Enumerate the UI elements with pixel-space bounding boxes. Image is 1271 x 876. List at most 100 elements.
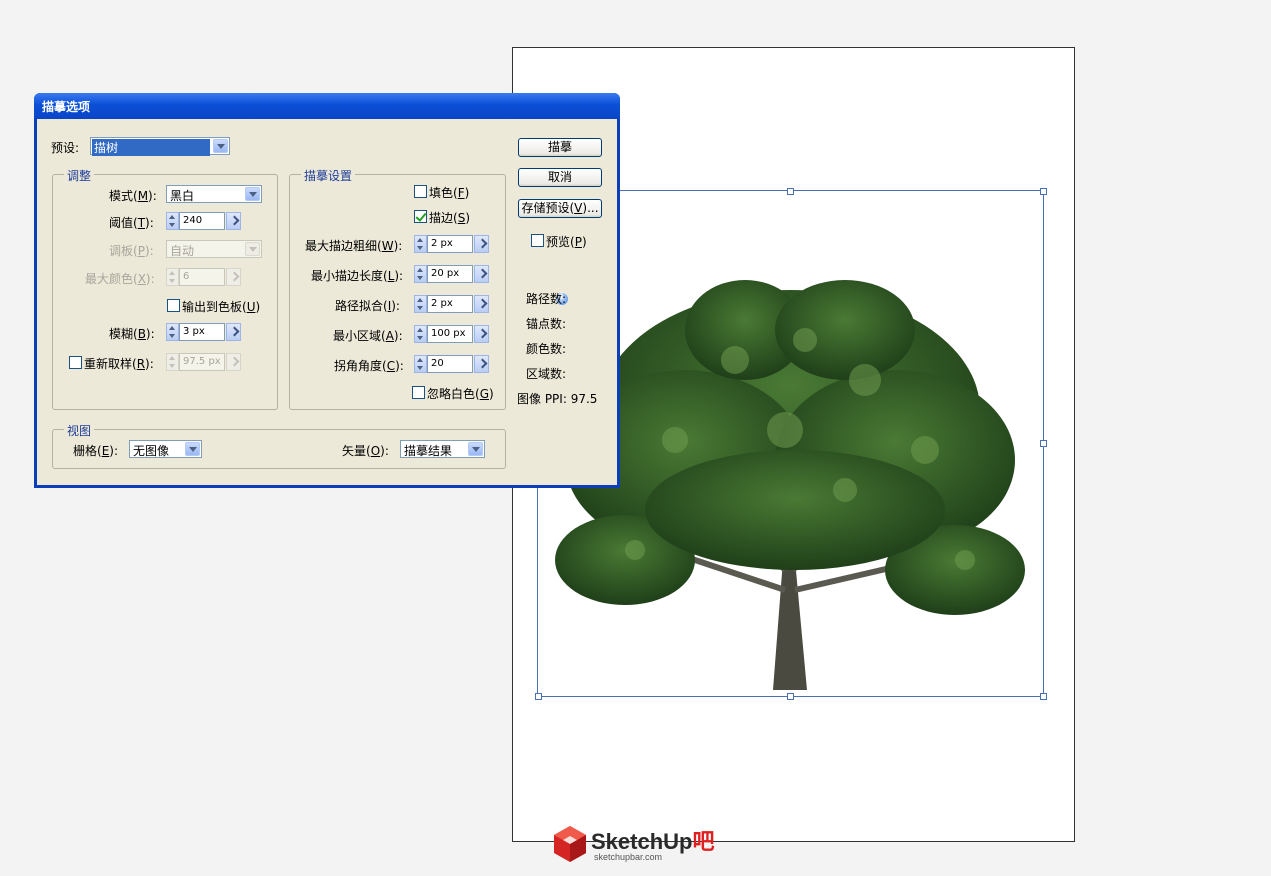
spinner-arrows-icon[interactable] xyxy=(414,265,427,283)
chevron-right-icon[interactable] xyxy=(474,235,489,253)
preview-label[interactable]: 预览(P) xyxy=(546,233,587,250)
fill-checkbox[interactable] xyxy=(414,185,427,198)
chevron-right-icon[interactable] xyxy=(226,353,241,371)
path-fitting-stepper[interactable]: 2 px xyxy=(414,295,490,313)
min-area-stepper[interactable]: 100 px xyxy=(414,325,490,343)
preset-value: 描树 xyxy=(92,139,210,156)
stat-areas: 区域数: xyxy=(526,367,567,381)
chevron-right-icon[interactable] xyxy=(226,212,241,230)
chevron-down-icon xyxy=(245,187,260,201)
path-fitting-label: 路径拟合(I): xyxy=(335,299,400,313)
corner-angle-label: 拐角角度(C): xyxy=(334,359,404,373)
chevron-down-icon xyxy=(185,442,200,456)
preset-label: 预设: xyxy=(51,141,80,155)
raster-select[interactable]: 无图像 xyxy=(129,440,202,458)
spinner-arrows-icon[interactable] xyxy=(166,353,179,371)
stat-paths: 路径数: xyxy=(526,292,567,306)
cancel-button[interactable]: 取消 xyxy=(518,168,602,187)
raster-label: 栅格(E): xyxy=(73,444,119,458)
threshold-value[interactable]: 240 xyxy=(179,212,225,230)
resample-label[interactable]: 重新取样(R): xyxy=(84,355,154,372)
mode-label: 模式(M): xyxy=(109,189,157,203)
dialog-body: 预设: 描树 调整 模式(M): 黑白 阈值(T): 240 调板(P): 自动… xyxy=(37,119,617,485)
corner-angle-stepper[interactable]: 20 xyxy=(414,355,490,373)
resample-checkbox[interactable] xyxy=(69,356,82,369)
chevron-right-icon[interactable] xyxy=(474,265,489,283)
stroke-label[interactable]: 描边(S) xyxy=(429,209,470,226)
resize-handle-bottom-left[interactable] xyxy=(535,693,542,700)
blur-stepper[interactable]: 3 px xyxy=(166,323,242,341)
max-colors-value[interactable]: 6 xyxy=(179,268,225,286)
resize-handle-bottom[interactable] xyxy=(787,693,794,700)
max-stroke-weight-value[interactable]: 2 px xyxy=(427,235,473,253)
vector-select[interactable]: 描摹结果 xyxy=(400,440,485,458)
dialog-title: 描摹选项 xyxy=(42,100,91,114)
blur-label: 模糊(B): xyxy=(109,327,155,341)
resize-handle-top[interactable] xyxy=(787,188,794,195)
fill-label[interactable]: 填色(F) xyxy=(429,184,469,201)
trace-options-dialog: 描摹选项 预设: 描树 调整 模式(M): 黑白 阈值(T): 240 调板(P… xyxy=(34,93,620,488)
chevron-down-icon xyxy=(213,139,228,153)
palette-label: 调板(P): xyxy=(109,244,154,258)
dialog-title-bar[interactable]: 描摹选项 xyxy=(34,93,620,119)
output-swatches-checkbox[interactable] xyxy=(167,299,180,312)
vector-label: 矢量(O): xyxy=(342,444,389,458)
max-colors-label: 最大颜色(X): xyxy=(85,272,155,286)
stat-colors: 颜色数: xyxy=(526,342,567,356)
resample-stepper[interactable]: 97.5 px xyxy=(166,353,242,371)
min-stroke-length-stepper[interactable]: 20 px xyxy=(414,265,490,283)
trace-settings-group-title: 描摹设置 xyxy=(301,167,356,184)
spinner-arrows-icon[interactable] xyxy=(166,323,179,341)
chevron-right-icon[interactable] xyxy=(226,323,241,341)
spinner-arrows-icon[interactable] xyxy=(414,235,427,253)
vector-value: 描摹结果 xyxy=(404,444,453,458)
min-stroke-length-label: 最小描边长度(L): xyxy=(311,269,404,283)
spinner-arrows-icon[interactable] xyxy=(414,295,427,313)
chevron-right-icon[interactable] xyxy=(226,268,241,286)
palette-value: 自动 xyxy=(170,244,195,258)
chevron-right-icon[interactable] xyxy=(474,295,489,313)
mode-select[interactable]: 黑白 xyxy=(166,185,262,203)
sketchup-cube-logo xyxy=(554,826,586,862)
view-group-title: 视图 xyxy=(64,422,95,439)
save-preset-button[interactable]: 存储预设(V)... xyxy=(518,199,602,218)
stroke-checkbox[interactable] xyxy=(414,210,427,223)
blur-value[interactable]: 3 px xyxy=(179,323,225,341)
min-area-value[interactable]: 100 px xyxy=(427,325,473,343)
preview-checkbox[interactable] xyxy=(531,234,544,247)
resample-value[interactable]: 97.5 px xyxy=(179,353,225,371)
chevron-right-icon[interactable] xyxy=(474,355,489,373)
threshold-stepper[interactable]: 240 xyxy=(166,212,242,230)
chevron-right-icon[interactable] xyxy=(474,325,489,343)
min-area-label: 最小区域(A): xyxy=(333,329,403,343)
output-swatches-label[interactable]: 输出到色板(U) xyxy=(182,298,260,315)
palette-select[interactable]: 自动 xyxy=(166,240,262,258)
spinner-arrows-icon[interactable] xyxy=(166,268,179,286)
chevron-down-icon xyxy=(245,242,260,256)
sketchupbar-watermark: SketchUp吧 sketchupbar.com xyxy=(552,824,722,868)
path-fitting-value[interactable]: 2 px xyxy=(427,295,473,313)
watermark-site: sketchupbar.com xyxy=(594,852,663,862)
mode-value: 黑白 xyxy=(170,189,195,203)
spinner-arrows-icon[interactable] xyxy=(166,212,179,230)
max-colors-stepper[interactable]: 6 xyxy=(166,268,242,286)
ignore-white-label[interactable]: 忽略白色(G) xyxy=(427,385,494,402)
resize-handle-top-right[interactable] xyxy=(1040,188,1047,195)
resize-handle-right[interactable] xyxy=(1040,440,1047,447)
adjust-group xyxy=(52,174,278,410)
raster-value: 无图像 xyxy=(133,444,170,458)
min-stroke-length-value[interactable]: 20 px xyxy=(427,265,473,283)
trace-button[interactable]: 描摹 xyxy=(518,138,602,157)
spinner-arrows-icon[interactable] xyxy=(414,355,427,373)
resize-handle-bottom-right[interactable] xyxy=(1040,693,1047,700)
max-stroke-weight-stepper[interactable]: 2 px xyxy=(414,235,490,253)
stat-anchors: 锚点数: xyxy=(526,317,567,331)
chevron-down-icon xyxy=(468,442,483,456)
preset-select[interactable]: 描树 xyxy=(90,137,230,156)
corner-angle-value[interactable]: 20 xyxy=(427,355,473,373)
spinner-arrows-icon[interactable] xyxy=(414,325,427,343)
ignore-white-checkbox[interactable] xyxy=(412,386,425,399)
adjust-group-title: 调整 xyxy=(64,167,95,184)
trace-settings-group xyxy=(289,174,506,410)
threshold-label: 阈值(T): xyxy=(109,216,154,230)
